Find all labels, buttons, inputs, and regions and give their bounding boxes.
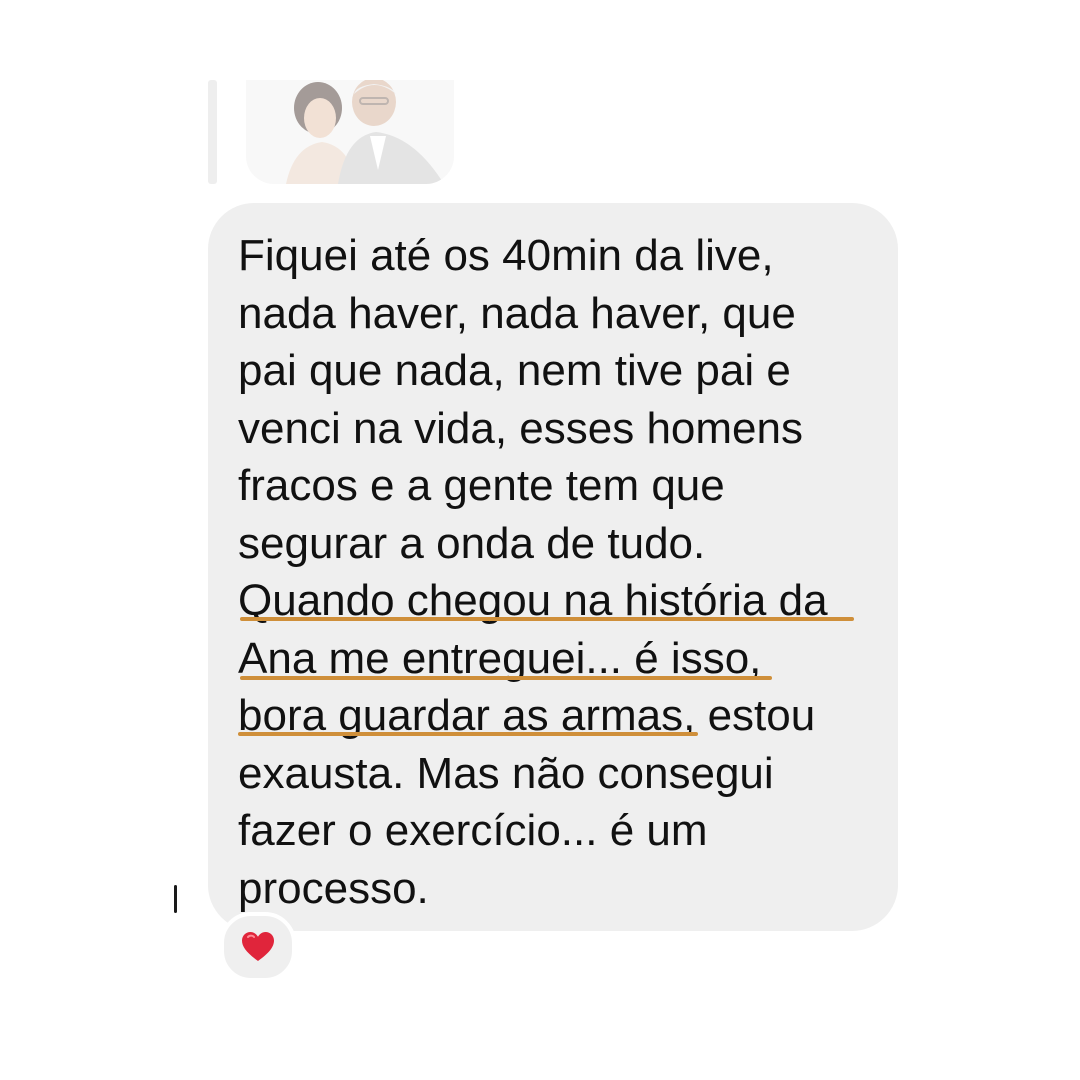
message-line: pai que nada, nem tive pai e — [238, 346, 791, 395]
reaction-badge[interactable] — [220, 912, 296, 982]
highlight-underline — [238, 732, 698, 736]
message-fragment: , estou — [683, 691, 816, 740]
highlight-underline — [240, 617, 854, 621]
message-text: Fiquei até os 40min da live, nada haver,… — [238, 227, 868, 917]
message-line: segurar a onda de tudo. — [238, 518, 706, 568]
message-line: fracos e a gente tem que — [238, 461, 725, 510]
red-heart-icon — [242, 932, 274, 961]
reply-quote-bar — [208, 80, 217, 184]
message-line: processo. — [238, 863, 429, 913]
message-bubble[interactable]: Fiquei até os 40min da live, nada haver,… — [208, 203, 898, 931]
message-line: nada haver, nada haver, que — [238, 288, 796, 338]
photo-thumbnail-icon — [246, 80, 454, 184]
message-line: fazer o exercício... é um — [238, 806, 708, 855]
chat-canvas: Fiquei até os 40min da live, nada haver,… — [0, 0, 1080, 1080]
message-line: venci na vida, esses homens — [238, 403, 803, 453]
reply-photo-thumbnail[interactable] — [246, 80, 454, 184]
message-line: exausta. Mas não consegui — [238, 748, 774, 798]
message-line: Fiquei até os 40min da live, — [238, 231, 774, 280]
edge-mark — [174, 885, 177, 913]
highlight-underline — [240, 676, 772, 680]
